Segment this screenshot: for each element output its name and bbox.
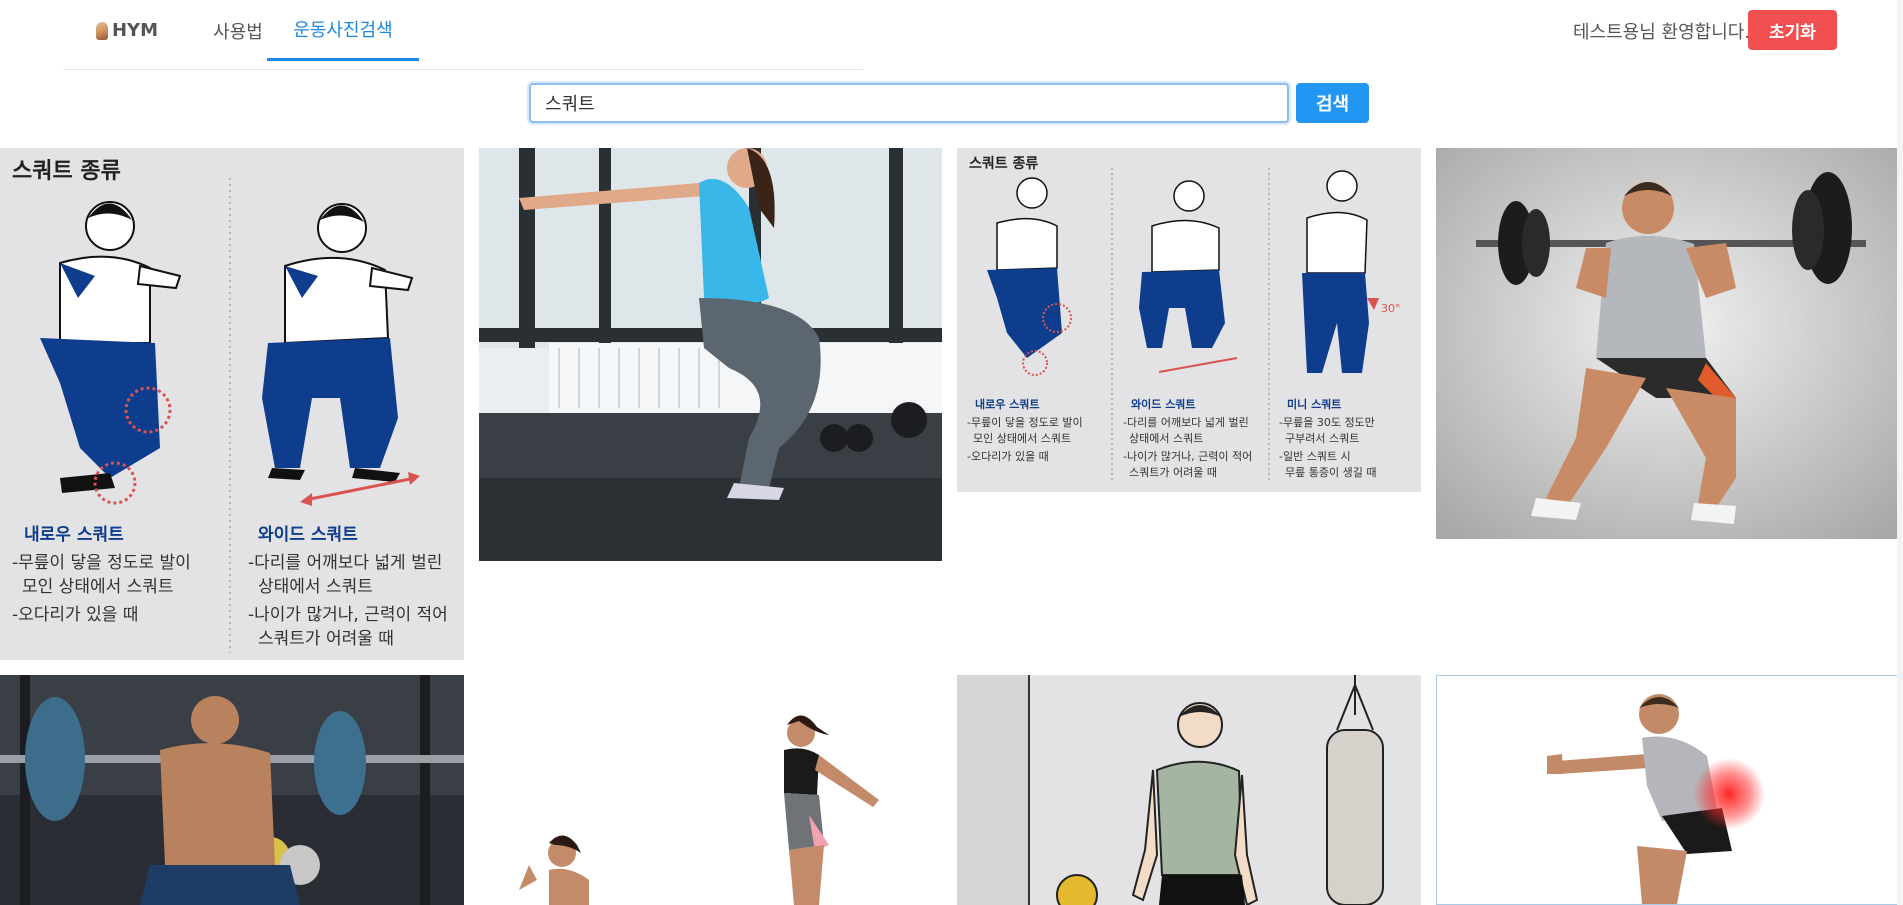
squat-hip-pain-photo (1437, 676, 1898, 904)
small-narrow-title: 내로우 스쿼트 (975, 397, 1040, 411)
small-narrow-line-2: 모인 상태에서 스쿼트 (973, 432, 1071, 445)
search-input[interactable] (529, 83, 1289, 123)
narrow-squat-line-1: -무릎이 닿을 정도로 발이 (12, 553, 191, 573)
squat-infographic-three: 스쿼트 종류 30° 내로우 스쿼트 -무릎이 닿을 정도로 발이 모인 상태에… (957, 148, 1421, 492)
result-image-barbell-squat-man[interactable] (1436, 148, 1899, 539)
small-wide-line-3: -나이가 많거나, 근력이 적어 (1123, 450, 1252, 463)
page: HYM 사용법 운동사진검색 테스트용님 환영합니다. 초기화 검색 스쿼트 종… (0, 0, 1903, 905)
result-image-woman-squat[interactable] (479, 148, 942, 561)
vertical-scrollbar[interactable] (1897, 0, 1903, 905)
small-mini-line-2: 구부려서 스쿼트 (1285, 432, 1359, 445)
result-image-squat-types-large[interactable]: 스쿼트 종류 내로우 스쿼트 -무릎이 닿을 정도로 발이 모인 상태에서 스쿼… (0, 148, 464, 660)
result-image-gym-barbell-squat[interactable] (0, 675, 464, 905)
squat-infographic-large: 스쿼트 종류 내로우 스쿼트 -무릎이 닿을 정도로 발이 모인 상태에서 스쿼… (0, 148, 464, 660)
jump-squat-photo (479, 675, 942, 905)
small-wide-title: 와이드 스쿼트 (1131, 397, 1196, 411)
result-image-squat-hip-pain[interactable] (1436, 675, 1899, 905)
tab-photo-search[interactable]: 운동사진검색 (267, 0, 419, 61)
small-mini-line-1: -무릎을 30도 정도만 (1279, 416, 1375, 429)
barbell-squat-photo (1436, 148, 1899, 539)
small-mini-title: 미니 스쿼트 (1287, 397, 1341, 411)
search-button[interactable]: 검색 (1296, 83, 1369, 123)
logo-label: HYM (111, 20, 158, 41)
nav-logo[interactable]: HYM (87, 0, 167, 61)
small-mini-line-3: -일반 스쿼트 시 (1279, 449, 1351, 463)
wide-squat-title: 와이드 스쿼트 (258, 525, 358, 545)
punching-bag-illustration (957, 675, 1421, 905)
arm-logo-icon (95, 21, 108, 40)
narrow-squat-line-3: -오다리가 있을 때 (12, 605, 138, 625)
woman-squat-photo (479, 148, 942, 561)
wide-squat-line-4: 스쿼트가 어려울 때 (258, 629, 394, 649)
result-image-jump-squat-women[interactable] (479, 675, 942, 905)
angle-label: 30° (1381, 302, 1401, 315)
small-wide-line-1: -다리를 어깨보다 넓게 벌린 (1123, 416, 1249, 429)
top-nav: HYM 사용법 운동사진검색 (63, 0, 863, 70)
gym-squat-photo (0, 675, 464, 905)
infographic-small-heading: 스쿼트 종류 (969, 155, 1038, 172)
infographic-heading: 스쿼트 종류 (12, 159, 121, 184)
result-image-punching-bag-illustration[interactable] (957, 675, 1421, 905)
wide-squat-line-2: 상태에서 스쿼트 (258, 577, 373, 597)
small-wide-line-4: 스쿼트가 어려울 때 (1129, 466, 1217, 479)
wide-squat-line-3: -나이가 많거나, 근력이 적어 (248, 605, 448, 625)
small-mini-line-4: 무릎 통증이 생길 때 (1285, 466, 1376, 479)
narrow-squat-title: 내로우 스쿼트 (24, 525, 124, 545)
welcome-text: 테스트용님 환영합니다. (1573, 22, 1751, 43)
narrow-squat-line-2: 모인 상태에서 스쿼트 (22, 577, 174, 597)
reset-button[interactable]: 초기화 (1748, 10, 1837, 50)
wide-squat-line-1: -다리를 어깨보다 넓게 벌린 (248, 553, 442, 573)
small-wide-line-2: 상태에서 스쿼트 (1129, 432, 1203, 445)
small-narrow-line-1: -무릎이 닿을 정도로 발이 (967, 415, 1083, 429)
result-image-squat-types-three[interactable]: 스쿼트 종류 30° 내로우 스쿼트 -무릎이 닿을 정도로 발이 모인 상태에… (957, 148, 1421, 492)
small-narrow-line-3: -오다리가 있을 때 (967, 450, 1049, 463)
